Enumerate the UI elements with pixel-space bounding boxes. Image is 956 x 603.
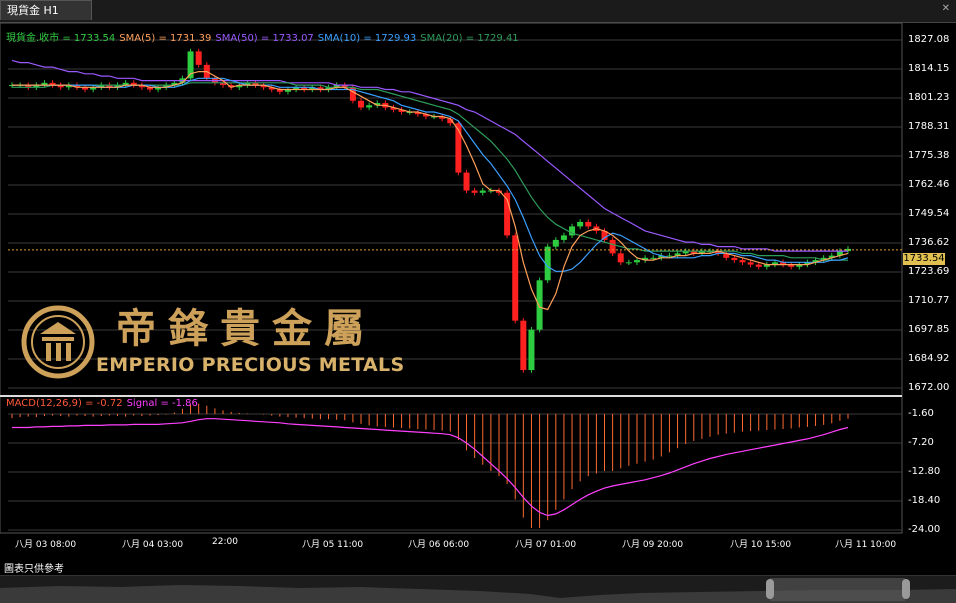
macd-tick-label: -12.80: [908, 466, 941, 477]
price-tick-label: 1684.92: [908, 353, 950, 364]
price-tick-label: 1827.08: [908, 34, 950, 45]
candle-body: [528, 329, 535, 371]
candle-body: [585, 221, 592, 227]
emperio-emblem-icon: [21, 305, 95, 379]
disclaimer-text: 圖表只供參考: [4, 564, 64, 575]
time-tick-label: 八月 05 11:00: [302, 540, 364, 550]
candle-body: [625, 262, 632, 264]
candle-body: [479, 190, 486, 193]
legend-close: 現貨金.收市 = 1733.54: [6, 33, 116, 44]
price-tick-label: 1723.69: [908, 266, 950, 277]
macd-tick-label: -7.20: [908, 437, 934, 448]
sma10-line: [12, 77, 849, 272]
candle-body: [195, 51, 202, 65]
time-tick-label: 八月 10 15:00: [730, 540, 792, 550]
price-tick-label: 1697.85: [908, 323, 950, 335]
macd-tick-label: -24.00: [908, 524, 941, 535]
legend-sma5: SMA(5) = 1731.39: [119, 33, 212, 44]
price-tick-label: 1814.15: [908, 63, 950, 74]
time-tick-label: 八月 07 01:00: [515, 540, 577, 550]
price-tick-label: 1775.38: [908, 150, 950, 161]
candle-body: [755, 264, 762, 267]
time-tick-label: 八月 06 06:00: [408, 540, 470, 550]
legend-sma10: SMA(10) = 1729.93: [317, 33, 417, 44]
plot-border: [0, 22, 903, 534]
current-price-tag: 1733.54: [903, 253, 945, 265]
logo-english: EMPERIO PRECIOUS METALS: [96, 354, 405, 376]
candle-body: [471, 190, 478, 193]
legend-signal: Signal = -1.86: [126, 398, 198, 409]
navigator-left-handle[interactable]: [766, 579, 774, 599]
price-tick-label: 1736.62: [908, 236, 950, 248]
time-tick-label: 22:00: [212, 537, 238, 547]
macd-tick-label: -18.40: [908, 495, 941, 506]
time-tick-label: 八月 03 08:00: [15, 540, 77, 550]
candle-body: [731, 257, 738, 261]
legend-macd: MACD(12,26,9) = -0.72: [6, 398, 123, 409]
candle-body: [536, 280, 543, 330]
price-tick-label: 1762.46: [908, 179, 950, 190]
candle-body: [609, 239, 616, 254]
macd-tick-label: -1.60: [908, 408, 934, 419]
navigator-bar[interactable]: [0, 575, 956, 603]
candle-body: [463, 172, 470, 191]
price-tick-label: 1788.31: [908, 121, 950, 132]
sma20-line: [12, 82, 848, 261]
candle-body: [560, 235, 567, 240]
candle-body: [650, 257, 657, 259]
candle-body: [747, 262, 754, 265]
time-tick-label: 八月 04 03:00: [122, 540, 184, 550]
candle-body: [520, 320, 527, 371]
main-legend: 現貨金.收市 = 1733.54 SMA(5) = 1731.39 SMA(50) …: [6, 29, 523, 44]
candle-body: [633, 260, 640, 263]
chart-window: 現貨金 H1 ✕ 現貨金.收市 = 1733.54 SMA(5) = 1731.3…: [0, 0, 956, 603]
candle-body: [512, 235, 519, 321]
price-tick-label: 1672.00: [908, 382, 950, 393]
candle-body: [739, 260, 746, 263]
price-tick-label: 1710.77: [908, 295, 950, 306]
logo-chinese: 帝鋒貴金屬: [116, 305, 376, 352]
sma5-line: [12, 70, 849, 311]
time-tick-label: 八月 09 20:00: [622, 540, 684, 550]
price-tick-label: 1749.54: [908, 208, 950, 219]
time-tick-label: 八月 11 10:00: [835, 540, 897, 550]
price-tick-label: 1801.23: [908, 92, 950, 103]
candle-body: [666, 255, 673, 257]
candle-body: [358, 100, 365, 108]
legend-sma20: SMA(20) = 1729.41: [420, 33, 519, 44]
legend-sma50: SMA(50) = 1733.07: [215, 33, 314, 44]
candle-body: [552, 239, 559, 247]
candle-body: [617, 253, 624, 263]
macd-legend: MACD(12,26,9) = -0.72 Signal = -1.86: [6, 398, 202, 409]
candle-body: [577, 221, 584, 227]
navigator-right-handle[interactable]: [902, 579, 910, 599]
navigator-minimap: [0, 578, 956, 603]
candle-body: [366, 105, 373, 108]
